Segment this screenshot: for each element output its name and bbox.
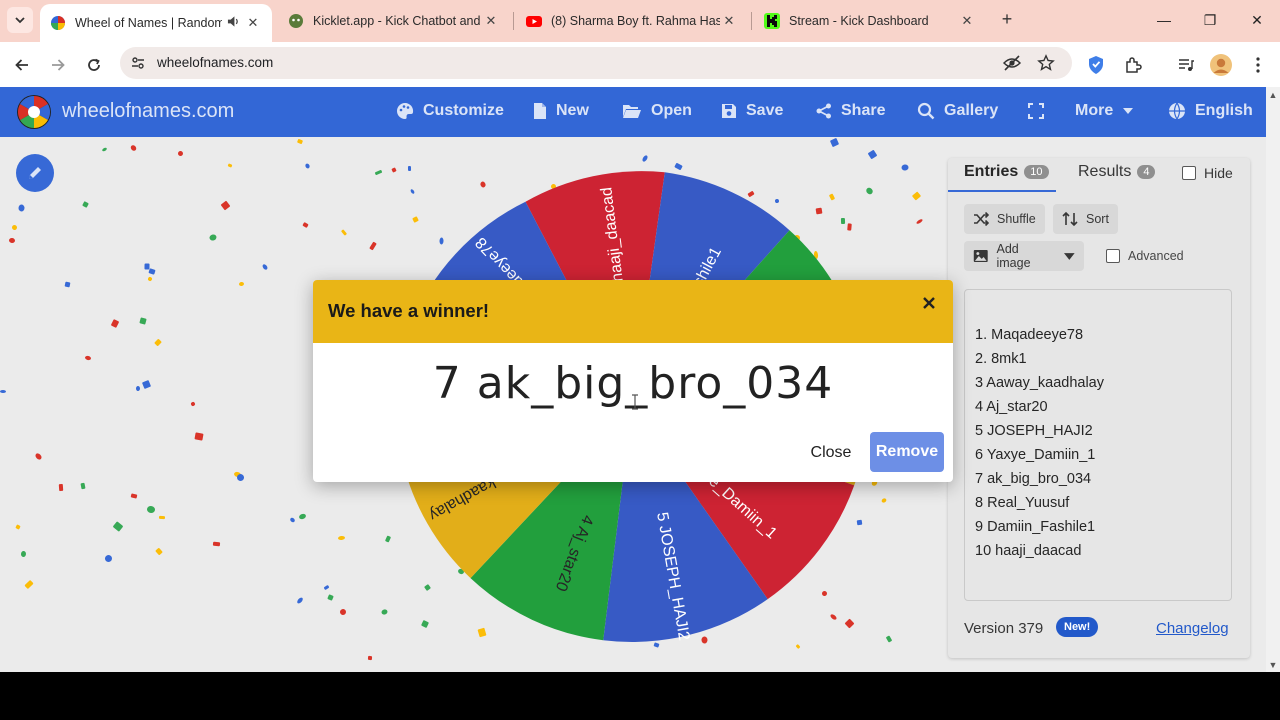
open-label: Open (651, 102, 692, 119)
gallery-label: Gallery (944, 102, 999, 119)
media-controls-icon[interactable] (1175, 54, 1197, 76)
text-cursor-icon (632, 394, 638, 410)
close-icon[interactable] (919, 294, 939, 314)
more-menu-button[interactable]: More (1075, 102, 1134, 120)
brand-name[interactable]: wheelofnames.com (62, 100, 234, 123)
wheel-favicon-icon (50, 15, 66, 31)
site-header: wheelofnames.com Customize New Open Save… (0, 87, 1266, 137)
save-label: Save (746, 102, 784, 119)
close-window-icon[interactable]: ✕ (1237, 8, 1277, 32)
back-icon[interactable] (9, 52, 35, 78)
tab-title: (8) Sharma Boy ft. Rahma Hassa (551, 14, 720, 28)
language-label: English (1195, 102, 1253, 119)
page-scrollbar[interactable]: ▲ ▼ (1266, 87, 1280, 672)
shield-extension-icon[interactable] (1085, 54, 1107, 76)
close-tab-icon[interactable]: ✕ (244, 15, 262, 31)
globe-icon (1169, 102, 1185, 120)
close-tab-icon[interactable]: ✕ (720, 13, 738, 29)
remove-button[interactable]: Remove (870, 432, 944, 472)
folder-open-icon (623, 105, 641, 118)
share-icon (816, 103, 831, 119)
share-button[interactable]: Share (816, 102, 885, 120)
browser-tabstrip: Wheel of Names | Random ✕ Kicklet.app - … (0, 0, 1280, 42)
file-icon (534, 103, 546, 119)
save-button[interactable]: Save (721, 102, 783, 120)
new-tab-button[interactable]: + (996, 9, 1018, 31)
profile-avatar[interactable] (1210, 54, 1232, 76)
app-root: Wheel of Names | Random ✕ Kicklet.app - … (0, 0, 1280, 720)
scroll-up-icon[interactable]: ▲ (1268, 90, 1278, 100)
forward-icon[interactable] (45, 52, 71, 78)
url-text: wheelofnames.com (157, 55, 274, 70)
restore-window-icon[interactable]: ❐ (1190, 8, 1230, 32)
scroll-down-icon[interactable]: ▼ (1268, 660, 1278, 670)
open-button[interactable]: Open (622, 102, 692, 120)
screen-bottom-edge (0, 672, 1280, 720)
caret-down-icon (1123, 108, 1134, 114)
chevron-down-icon (15, 17, 25, 24)
fullscreen-icon[interactable] (1028, 103, 1053, 119)
share-label: Share (841, 102, 886, 119)
close-button[interactable]: Close (801, 434, 861, 472)
minimize-window-icon[interactable]: — (1144, 8, 1184, 32)
site-info-icon[interactable] (130, 55, 146, 71)
browser-menu-icon[interactable] (1247, 54, 1269, 76)
tab-search-button[interactable] (7, 7, 33, 33)
extensions-puzzle-icon[interactable] (1122, 54, 1144, 76)
search-icon (917, 102, 935, 120)
kick-favicon-icon (764, 13, 780, 29)
dialog-title: We have a winner! (328, 300, 490, 321)
tab-title: Stream - Kick Dashboard (789, 14, 929, 28)
reload-icon[interactable] (81, 52, 107, 78)
bookmark-star-icon[interactable] (1037, 54, 1055, 72)
tab-separator (513, 12, 514, 30)
kicklet-favicon-icon (288, 13, 304, 29)
palette-icon (397, 102, 414, 119)
dialog-header: We have a winner! (313, 280, 953, 343)
browser-tab-wheel-of-names[interactable]: Wheel of Names | Random ✕ (40, 4, 272, 42)
tab-title: Wheel of Names | Random (75, 16, 222, 30)
youtube-favicon-icon (526, 13, 542, 29)
tab-separator (751, 12, 752, 30)
language-button[interactable]: English (1168, 102, 1253, 120)
new-button[interactable]: New (533, 102, 589, 120)
tab-title: Kicklet.app - Kick Chatbot and (313, 14, 481, 28)
address-bar[interactable]: wheelofnames.com (120, 47, 1072, 79)
close-tab-icon[interactable]: ✕ (482, 13, 500, 29)
close-tab-icon[interactable]: ✕ (958, 13, 976, 29)
eye-off-icon[interactable] (1002, 54, 1022, 72)
winner-dialog: We have a winner! 7 ak_big_bro_034 Close… (313, 280, 953, 482)
customize-button[interactable]: Customize (396, 102, 504, 120)
browser-tab-kicklet[interactable]: Kicklet.app - Kick Chatbot and ✕ (278, 4, 510, 38)
wheel-logo-icon[interactable] (16, 94, 52, 130)
browser-toolbar: wheelofnames.com (0, 42, 1280, 87)
more-label: More (1075, 102, 1114, 119)
new-label: New (556, 102, 589, 119)
browser-tab-kick-dashboard[interactable]: Stream - Kick Dashboard ✕ (754, 4, 986, 38)
floppy-disk-icon (722, 104, 736, 118)
gallery-button[interactable]: Gallery (917, 102, 998, 120)
browser-tab-youtube[interactable]: (8) Sharma Boy ft. Rahma Hassa ✕ (516, 4, 748, 38)
customize-label: Customize (423, 102, 504, 119)
speaker-icon[interactable] (222, 15, 244, 31)
